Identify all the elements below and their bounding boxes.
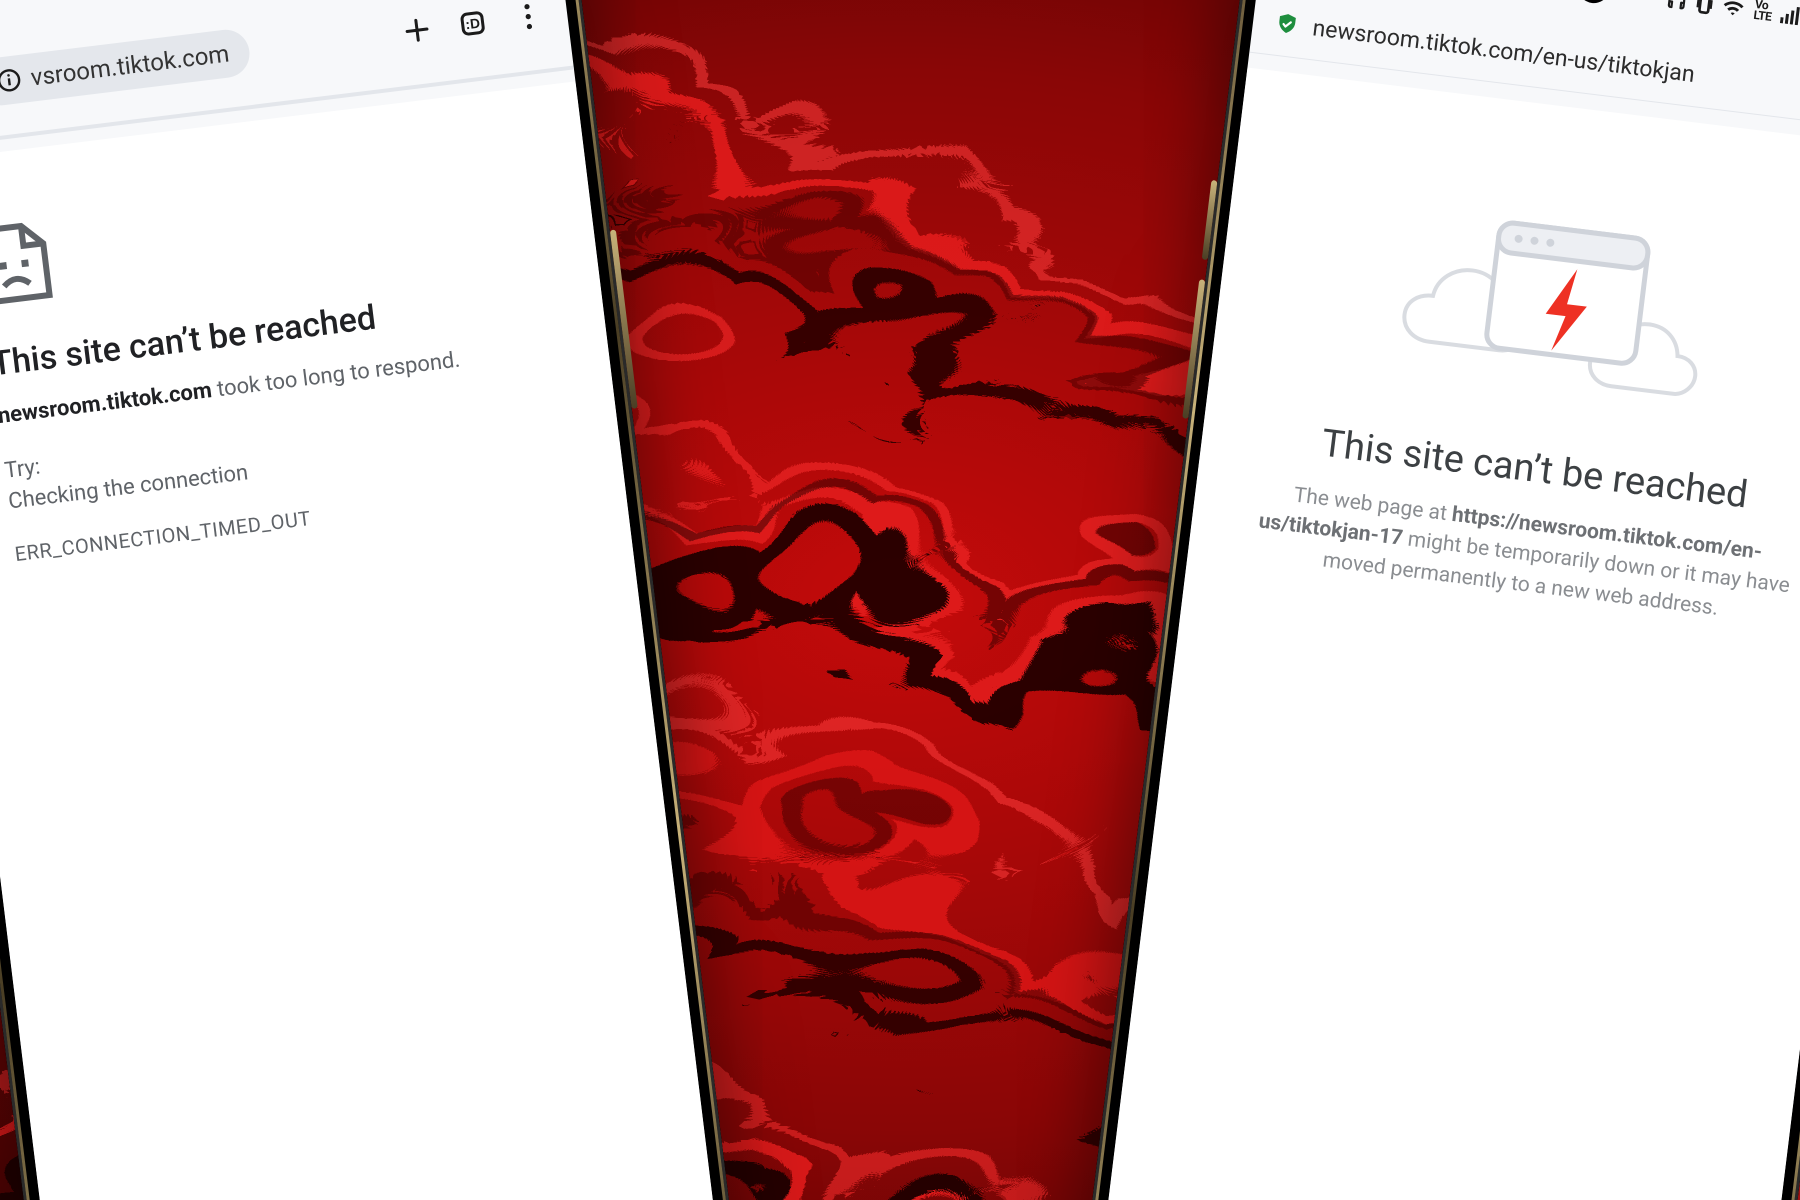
address-bar[interactable]: vsroom.tiktok.com: [0, 27, 252, 108]
address-bar-url: vsroom.tiktok.com: [29, 39, 231, 91]
info-icon: [0, 67, 22, 94]
vibrate-icon: [1695, 0, 1714, 16]
menu-button[interactable]: [505, 0, 552, 40]
new-tab-button[interactable]: [394, 7, 441, 54]
error-illustration: [1382, 178, 1727, 439]
tabs-button[interactable]: :D: [449, 0, 496, 47]
wifi-icon: [1720, 0, 1746, 19]
headphones-icon: [1665, 0, 1690, 13]
svg-text::D: :D: [465, 16, 481, 33]
signal-icon: [1780, 3, 1800, 26]
volte-icon: VoLTE: [1753, 0, 1773, 23]
lock-secure-icon: [1274, 11, 1301, 38]
